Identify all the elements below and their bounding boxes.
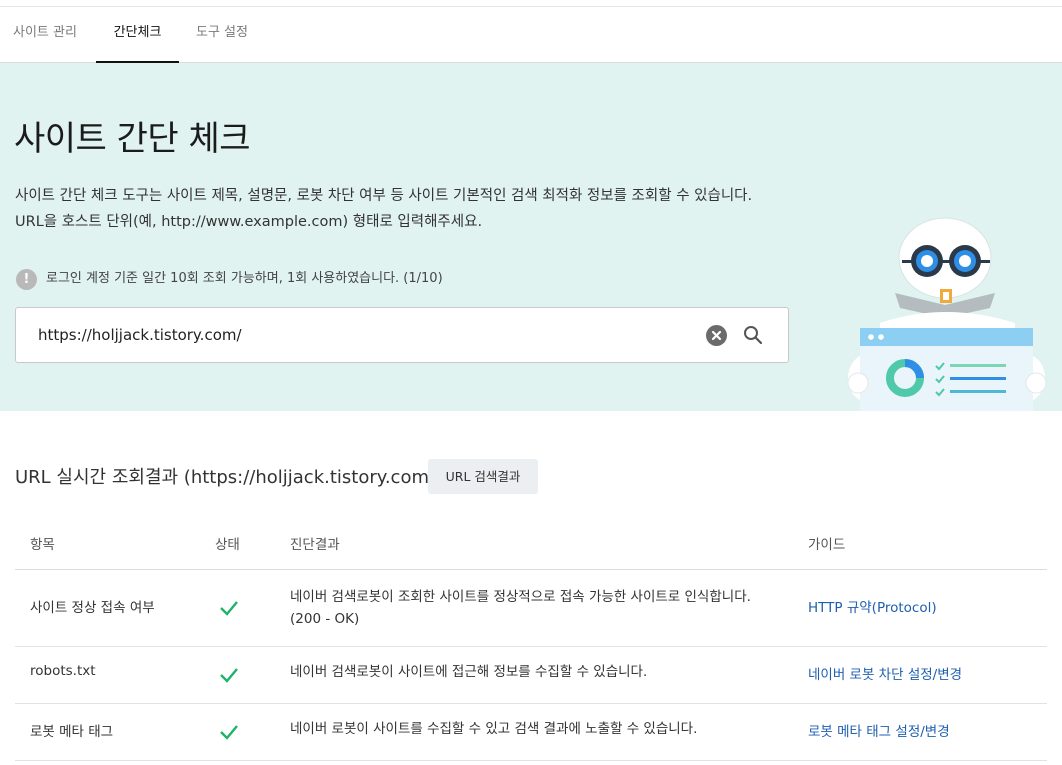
- row-item: 로봇 메타 태그: [30, 724, 114, 740]
- table-row: 로봇 메타 태그 네이버 로봇이 사이트를 수집할 수 있고 검색 결과에 노출…: [15, 704, 1047, 761]
- diagnosis-status-code: (200 - OK): [290, 611, 360, 627]
- check-icon: [215, 661, 243, 689]
- search-box: [15, 307, 789, 363]
- diagnosis-text: 네이버 검색로봇이 조회한 사이트를 정상적으로 접속 가능한 사이트로 인식합…: [290, 589, 751, 605]
- header-status: 상태: [215, 537, 240, 553]
- search-icon[interactable]: [742, 324, 764, 346]
- result-title: URL 실시간 조회결과 (https://holjjack.tistory.c…: [15, 467, 443, 488]
- header-guide: 가이드: [808, 537, 846, 553]
- url-input[interactable]: [38, 322, 678, 348]
- tab-site-management[interactable]: 사이트 관리: [13, 7, 77, 63]
- row-diagnosis: 네이버 로봇이 사이트를 수집할 수 있고 검색 결과에 노출할 수 있습니다.: [290, 721, 698, 737]
- row-diagnosis: 네이버 검색로봇이 조회한 사이트를 정상적으로 접속 가능한 사이트로 인식합…: [290, 586, 751, 630]
- table-row: robots.txt 네이버 검색로봇이 사이트에 접근해 정보를 수집할 수 …: [15, 647, 1047, 704]
- page-description: 사이트 간단 체크 도구는 사이트 제목, 설명문, 로봇 차단 여부 등 사이…: [15, 183, 752, 235]
- guide-link-robot-meta[interactable]: 로봇 메타 태그 설정/변경: [808, 720, 950, 740]
- result-table: 항목 상태 진단결과 가이드 사이트 정상 접속 여부 네이버 검색로봇이 조회…: [15, 513, 1047, 761]
- check-icon: [215, 594, 243, 622]
- clear-icon[interactable]: [706, 325, 727, 346]
- check-icon: [215, 718, 243, 746]
- hero-section: 사이트 간단 체크 사이트 간단 체크 도구는 사이트 제목, 설명문, 로봇 …: [0, 63, 1062, 411]
- row-item: 사이트 정상 접속 여부: [30, 600, 155, 616]
- header-diagnosis: 진단결과: [290, 537, 340, 553]
- guide-link-robot-block[interactable]: 네이버 로봇 차단 설정/변경: [808, 663, 962, 683]
- page-title: 사이트 간단 체크: [14, 119, 251, 159]
- robot-illustration: [847, 217, 1047, 411]
- table-row: 사이트 정상 접속 여부 네이버 검색로봇이 조회한 사이트를 정상적으로 접속…: [15, 570, 1047, 647]
- description-line-2: URL을 호스트 단위(예, http://www.example.com) 형…: [15, 214, 483, 230]
- usage-notice-text: 로그인 계정 기준 일간 10회 조회 가능하며, 1회 사용하였습니다. (1…: [46, 271, 443, 286]
- url-search-result-button[interactable]: URL 검색결과: [428, 459, 538, 494]
- table-header: 항목 상태 진단결과 가이드: [15, 513, 1047, 570]
- info-icon: !: [16, 269, 37, 290]
- description-line-1: 사이트 간단 체크 도구는 사이트 제목, 설명문, 로봇 차단 여부 등 사이…: [15, 188, 753, 204]
- guide-link-http-protocol[interactable]: HTTP 규약(Protocol): [808, 596, 937, 616]
- tab-bar: 사이트 관리 간단체크 도구 설정: [0, 7, 1062, 63]
- tab-tool-settings[interactable]: 도구 설정: [196, 7, 248, 63]
- row-diagnosis: 네이버 검색로봇이 사이트에 접근해 정보를 수집할 수 있습니다.: [290, 664, 648, 680]
- header-item: 항목: [30, 537, 55, 553]
- row-item: robots.txt: [30, 663, 96, 679]
- tab-simple-check[interactable]: 간단체크: [96, 7, 179, 63]
